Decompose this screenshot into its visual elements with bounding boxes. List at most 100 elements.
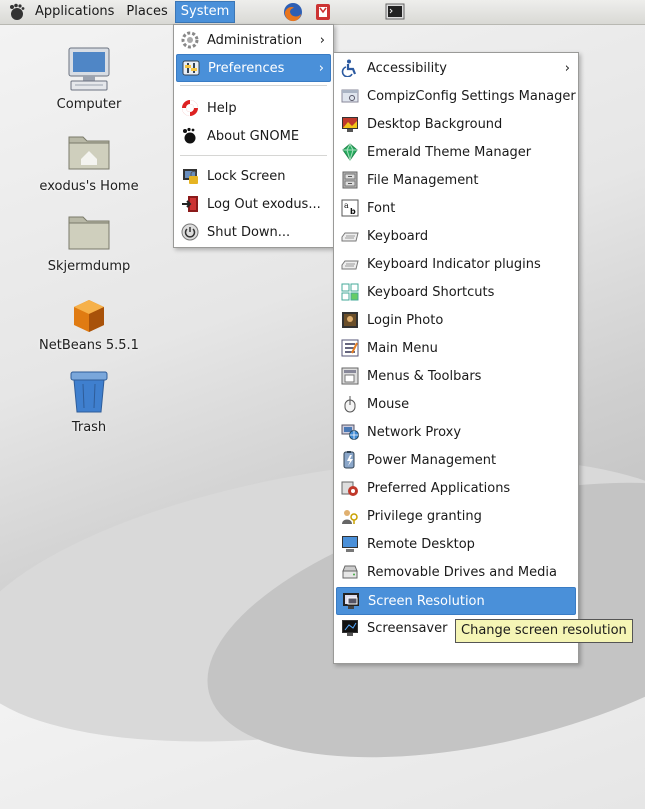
menu-item-main-menu[interactable]: Main Menu xyxy=(336,335,576,361)
menu-item-privilege-granting[interactable]: Privilege granting xyxy=(336,503,576,529)
desktop-icon-trash[interactable]: Trash xyxy=(29,368,149,435)
compizconfig-icon xyxy=(340,86,360,106)
menu-item-label: Privilege granting xyxy=(367,508,482,524)
menu-item-accessibility[interactable]: Accessibility › xyxy=(336,55,576,81)
menu-item-removable-drives[interactable]: Removable Drives and Media xyxy=(336,559,576,585)
menu-item-label: Mouse xyxy=(367,396,410,412)
mail-icon[interactable] xyxy=(312,1,334,23)
menu-item-label: Emerald Theme Manager xyxy=(367,144,532,160)
desktop-icon-label: exodus's Home xyxy=(39,179,139,194)
computer-icon xyxy=(65,45,113,93)
menu-separator xyxy=(180,155,327,156)
menu-item-preferred-applications[interactable]: Preferred Applications xyxy=(336,475,576,501)
menu-item-label: CompizConfig Settings Manager xyxy=(367,88,576,104)
power-management-icon xyxy=(340,450,360,470)
menu-item-preferences[interactable]: Preferences › xyxy=(176,54,331,82)
desktop-icon-skjermdump[interactable]: Skjermdump xyxy=(29,207,149,274)
menu-item-font[interactable]: ab Font xyxy=(336,195,576,221)
menu-item-emerald-theme-manager[interactable]: Emerald Theme Manager xyxy=(336,139,576,165)
preferred-applications-icon xyxy=(340,478,360,498)
menu-item-about-gnome[interactable]: About GNOME xyxy=(176,123,331,149)
gnome-foot-icon[interactable] xyxy=(6,1,28,23)
home-folder-icon xyxy=(65,127,113,175)
menu-item-file-management[interactable]: File Management xyxy=(336,167,576,193)
power-icon xyxy=(180,222,200,242)
menu-item-power-management[interactable]: Power Management xyxy=(336,447,576,473)
menu-item-label: Lock Screen xyxy=(207,168,286,184)
terminal-icon[interactable] xyxy=(384,1,406,23)
svg-text:a: a xyxy=(344,201,349,210)
main-menu-icon xyxy=(340,338,360,358)
menu-item-label: Main Menu xyxy=(367,340,438,356)
menu-item-administration[interactable]: Administration › xyxy=(176,27,331,53)
menu-item-label: Menus & Toolbars xyxy=(367,368,482,384)
menu-item-label: Keyboard Shortcuts xyxy=(367,284,495,300)
file-cabinet-icon xyxy=(340,170,360,190)
menu-item-label: Power Management xyxy=(367,452,497,468)
desktop-icon-label: NetBeans 5.5.1 xyxy=(39,338,139,353)
login-photo-icon xyxy=(340,310,360,330)
menu-item-screen-resolution[interactable]: Screen Resolution xyxy=(336,587,576,615)
gnome-foot-icon xyxy=(180,126,200,146)
menu-item-label: Accessibility xyxy=(367,60,447,76)
desktop-icon-computer[interactable]: Computer xyxy=(29,45,149,112)
emerald-icon xyxy=(340,142,360,162)
folder-icon xyxy=(65,207,113,255)
menu-item-label: Help xyxy=(207,100,237,116)
menu-item-label: Shut Down... xyxy=(207,224,291,240)
menus-toolbars-icon xyxy=(340,366,360,386)
network-proxy-icon xyxy=(340,422,360,442)
menu-item-desktop-background[interactable]: Desktop Background xyxy=(336,111,576,137)
menu-item-mouse[interactable]: Mouse xyxy=(336,391,576,417)
remote-desktop-icon xyxy=(340,534,360,554)
privilege-granting-icon xyxy=(340,506,360,526)
menu-item-log-out[interactable]: Log Out exodus... xyxy=(176,191,331,217)
desktop-background-icon xyxy=(340,114,360,134)
menu-item-label: Keyboard Indicator plugins xyxy=(367,256,541,272)
preferences-icon xyxy=(181,58,201,78)
keyboard-shortcuts-icon xyxy=(340,282,360,302)
menu-item-label: Keyboard xyxy=(367,228,429,244)
accessibility-icon xyxy=(340,58,360,78)
chevron-right-icon: › xyxy=(318,60,324,76)
panel-menu-system[interactable]: System xyxy=(174,1,236,23)
trash-icon xyxy=(65,368,113,416)
panel-menu-applications[interactable]: Applications xyxy=(30,1,119,23)
font-icon: ab xyxy=(340,198,360,218)
preferences-menu: Accessibility › CompizConfig Settings Ma… xyxy=(333,52,579,664)
screensaver-icon xyxy=(340,618,360,638)
desktop-icon-home[interactable]: exodus's Home xyxy=(29,127,149,194)
mouse-icon xyxy=(340,394,360,414)
firefox-icon[interactable] xyxy=(282,1,304,23)
menu-item-network-proxy[interactable]: Network Proxy xyxy=(336,419,576,445)
menu-item-label: Screen Resolution xyxy=(368,593,485,609)
menu-item-label: File Management xyxy=(367,172,479,188)
menu-item-label: Log Out exodus... xyxy=(207,196,321,212)
menu-item-keyboard-shortcuts[interactable]: Keyboard Shortcuts xyxy=(336,279,576,305)
menu-item-label: Screensaver xyxy=(367,620,448,636)
menu-item-login-photo[interactable]: Login Photo xyxy=(336,307,576,333)
menu-item-label: About GNOME xyxy=(207,128,300,144)
removable-drive-icon xyxy=(340,562,360,582)
netbeans-icon xyxy=(71,298,107,334)
menu-item-remote-desktop[interactable]: Remote Desktop xyxy=(336,531,576,557)
menu-item-compizconfig[interactable]: CompizConfig Settings Manager xyxy=(336,83,576,109)
tooltip: Change screen resolution xyxy=(455,619,633,643)
panel-menu-places[interactable]: Places xyxy=(121,1,172,23)
menu-item-shut-down[interactable]: Shut Down... xyxy=(176,219,331,245)
svg-text:b: b xyxy=(350,207,356,216)
menu-item-label: Removable Drives and Media xyxy=(367,564,557,580)
menu-item-lock-screen[interactable]: Lock Screen xyxy=(176,163,331,189)
menu-item-label: Desktop Background xyxy=(367,116,503,132)
menu-item-menus-toolbars[interactable]: Menus & Toolbars xyxy=(336,363,576,389)
desktop-icon-label: Computer xyxy=(56,97,122,112)
menu-item-keyboard[interactable]: Keyboard xyxy=(336,223,576,249)
menu-item-label: Preferred Applications xyxy=(367,480,511,496)
menu-item-keyboard-indicator-plugins[interactable]: Keyboard Indicator plugins xyxy=(336,251,576,277)
help-lifebuoy-icon xyxy=(180,98,200,118)
menu-item-help[interactable]: Help xyxy=(176,95,331,121)
keyboard-icon xyxy=(340,254,360,274)
lock-icon xyxy=(180,166,200,186)
administration-icon xyxy=(180,30,200,50)
desktop-icon-netbeans[interactable]: NetBeans 5.5.1 xyxy=(29,298,149,353)
